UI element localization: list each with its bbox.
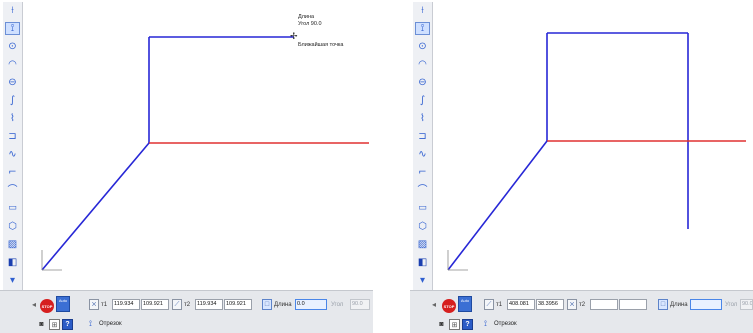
fill-icon[interactable]: ◧ (5, 256, 20, 269)
properties-panel: ◂ STOP Auto ◙ ⊞ ? ⟋ т1 408.081 38.3956 ⨯… (410, 290, 753, 333)
auto-create-button[interactable]: Auto (458, 296, 472, 312)
length-field[interactable]: 0.0 (295, 299, 327, 310)
camera-icon[interactable]: ◙ (436, 319, 447, 330)
spline-icon[interactable]: ∿ (415, 148, 430, 161)
grid-icon[interactable]: ⊞ (449, 319, 460, 330)
contour-icon[interactable]: ⊐ (5, 130, 20, 143)
arc-icon[interactable]: ◠ (415, 58, 430, 71)
help-icon[interactable]: ? (62, 319, 73, 330)
point2-y-field[interactable]: 109.921 (224, 299, 252, 310)
segment-tool-icon: ⟟ (484, 319, 487, 328)
nav-back-icon[interactable]: ◂ (432, 300, 436, 309)
arc-icon[interactable]: ◠ (5, 58, 20, 71)
nav-back-icon[interactable]: ◂ (32, 300, 36, 309)
point1-x-field[interactable]: 408.081 (507, 299, 535, 310)
point2-y-field[interactable] (619, 299, 647, 310)
cursor-tooltip: Длина Угол 90.0 (298, 14, 322, 28)
current-tool-name: Отрезок (99, 321, 122, 327)
rectangle-icon[interactable]: ▭ (415, 202, 430, 215)
current-tool-name: Отрезок (494, 321, 517, 327)
length-checkbox[interactable]: □ (262, 299, 272, 310)
chamfer-icon[interactable]: ⌐ (415, 166, 430, 179)
auto-create-button[interactable]: Auto (56, 296, 70, 312)
length-checkbox[interactable]: □ (658, 299, 668, 310)
contour-icon[interactable]: ⊐ (415, 130, 430, 143)
length-field[interactable] (690, 299, 722, 310)
angle-field[interactable]: 90.0 (350, 299, 370, 310)
point1-pick-button[interactable]: ⨯ (89, 299, 99, 310)
ellipse-icon[interactable]: ⊖ (5, 76, 20, 89)
tooltip-snap: Ближайшая точка (298, 42, 344, 48)
polyline-icon[interactable]: ⌇ (5, 112, 20, 125)
segment-icon[interactable]: ⟟ (5, 22, 20, 35)
angle-field[interactable]: 90.0 (740, 299, 753, 310)
circle-icon[interactable]: ⊙ (415, 40, 430, 53)
more-icon[interactable]: ▾ (415, 274, 430, 287)
angle-label: Угол (331, 302, 344, 308)
auto-label: Auto (460, 298, 470, 303)
drawing-canvas[interactable] (434, 0, 753, 288)
segment-icon[interactable]: ⟟ (415, 22, 430, 35)
polygon-icon[interactable]: ⬡ (5, 220, 20, 233)
point2-pick-button[interactable]: ⨯ (567, 299, 577, 310)
hatch-icon[interactable]: ▨ (5, 238, 20, 251)
stop-button[interactable]: STOP (442, 299, 456, 313)
properties-panel: ◂ STOP Auto ◙ ⊞ ? ⨯ т1 119.934 109.921 ⟋… (0, 290, 373, 333)
length-label: Длина (670, 302, 688, 308)
point1-y-field[interactable]: 38.3956 (536, 299, 564, 310)
segment-tool-icon: ⟟ (89, 319, 92, 328)
fillet-icon[interactable]: ⌒ (5, 184, 20, 197)
camera-icon[interactable]: ◙ (36, 319, 47, 330)
point1-pick-button[interactable]: ⟋ (484, 299, 494, 310)
left-drawing-panel: ⟊ ⟟ ⊙ ◠ ⊖ ∫ ⌇ ⊐ ∿ ⌐ ⌒ ▭ ⬡ ▨ ◧ ▾ Длина Уг… (0, 0, 373, 333)
polygon-icon[interactable]: ⬡ (415, 220, 430, 233)
axis-icon[interactable]: ⟊ (5, 4, 20, 17)
bezier-icon[interactable]: ∫ (5, 94, 20, 107)
diagonal-line (447, 140, 548, 271)
right-drawing-panel: ⟊ ⟟ ⊙ ◠ ⊖ ∫ ⌇ ⊐ ∿ ⌐ ⌒ ▭ ⬡ ▨ ◧ ▾ ◂ STOP A… (410, 0, 753, 333)
bezier-icon[interactable]: ∫ (415, 94, 430, 107)
spline-icon[interactable]: ∿ (5, 148, 20, 161)
angle-label: Угол (725, 302, 738, 308)
ellipse-icon[interactable]: ⊖ (415, 76, 430, 89)
point1-y-field[interactable]: 109.921 (141, 299, 169, 310)
hatch-icon[interactable]: ▨ (415, 238, 430, 251)
more-icon[interactable]: ▾ (5, 274, 20, 287)
rectangle-icon[interactable]: ▭ (5, 202, 20, 215)
diagonal-line (41, 142, 150, 271)
point2-label: т2 (579, 302, 586, 308)
grid-icon[interactable]: ⊞ (49, 319, 60, 330)
cursor-crosshair-icon: ✢ (290, 31, 298, 41)
length-label: Длина (274, 302, 292, 308)
point2-x-field[interactable] (590, 299, 618, 310)
circle-icon[interactable]: ⊙ (5, 40, 20, 53)
point1-x-field[interactable]: 119.934 (112, 299, 140, 310)
fillet-icon[interactable]: ⌒ (415, 184, 430, 197)
tooltip-length: Длина (298, 14, 315, 20)
point1-label: т1 (496, 302, 503, 308)
point2-pick-button[interactable]: ⟋ (172, 299, 182, 310)
axis-icon[interactable]: ⟊ (415, 4, 430, 17)
point2-label: т2 (184, 302, 191, 308)
fill-icon[interactable]: ◧ (415, 256, 430, 269)
auto-label: Auto (58, 298, 68, 303)
polyline-icon[interactable]: ⌇ (415, 112, 430, 125)
help-icon[interactable]: ? (462, 319, 473, 330)
geometry-toolbar: ⟊ ⟟ ⊙ ◠ ⊖ ∫ ⌇ ⊐ ∿ ⌐ ⌒ ▭ ⬡ ▨ ◧ ▾ (413, 2, 433, 292)
stop-button[interactable]: STOP (40, 299, 54, 313)
chamfer-icon[interactable]: ⌐ (5, 166, 20, 179)
geometry-toolbar: ⟊ ⟟ ⊙ ◠ ⊖ ∫ ⌇ ⊐ ∿ ⌐ ⌒ ▭ ⬡ ▨ ◧ ▾ (3, 2, 23, 292)
tooltip-angle: Угол 90.0 (298, 21, 322, 27)
point1-label: т1 (101, 302, 108, 308)
point2-x-field[interactable]: 119.934 (195, 299, 223, 310)
